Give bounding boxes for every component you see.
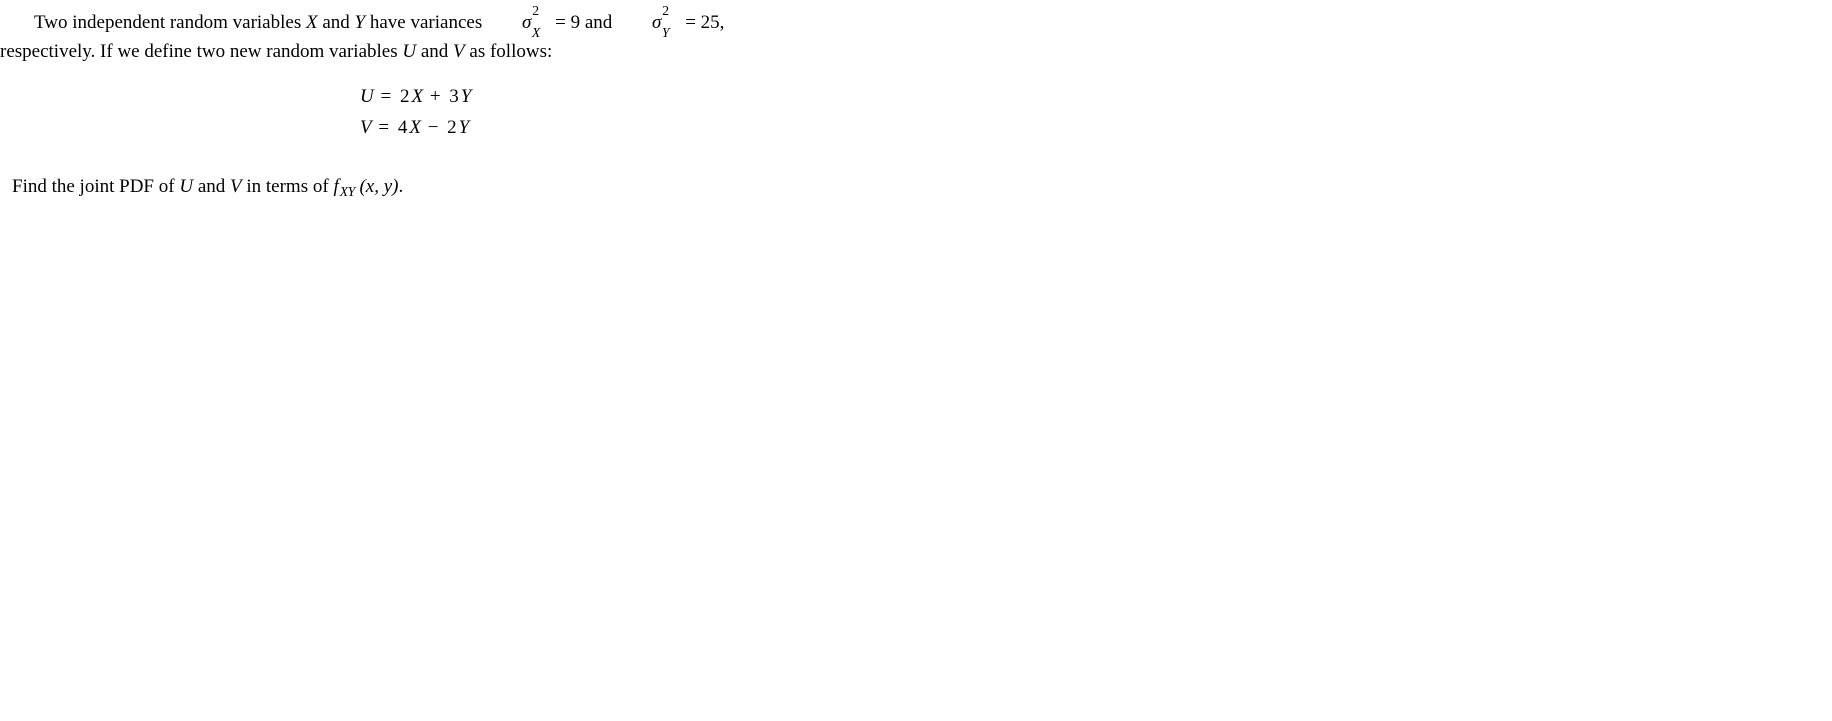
text: and bbox=[318, 12, 355, 33]
problem-statement: Two independent random variables X and Y… bbox=[0, 8, 900, 201]
text: as follows: bbox=[465, 41, 553, 62]
paragraph-1: Two independent random variables X and Y… bbox=[0, 8, 900, 67]
variable-v: V bbox=[230, 176, 242, 197]
variable-v: V bbox=[453, 41, 465, 62]
paragraph-2: Find the joint PDF of U and V in terms o… bbox=[0, 172, 900, 201]
function-args: (x, y) bbox=[355, 176, 399, 197]
text: respectively. If we define two new rando… bbox=[0, 41, 402, 62]
sigma-y-squared: σ2Y bbox=[618, 8, 679, 37]
variable-u: U bbox=[402, 41, 416, 62]
equation-block: U = 2X + 3Y V = 4X − 2Y bbox=[0, 81, 900, 144]
variable-x: X bbox=[306, 12, 318, 33]
text: have variances bbox=[365, 12, 487, 33]
sigma-x-squared: σ2X bbox=[488, 8, 549, 37]
equation-u: U = 2X + 3Y bbox=[360, 81, 900, 112]
text: and bbox=[580, 12, 617, 33]
variable-u: U bbox=[179, 176, 193, 197]
variable-y: Y bbox=[355, 12, 366, 33]
function-fxy: fXY bbox=[333, 172, 354, 201]
text: = 25, bbox=[680, 12, 724, 33]
text: Find the joint PDF of bbox=[12, 176, 179, 197]
text: and bbox=[416, 41, 453, 62]
text: = 9 bbox=[550, 12, 580, 33]
text: in terms of bbox=[242, 176, 334, 197]
text: and bbox=[193, 176, 230, 197]
period: . bbox=[398, 176, 403, 197]
text: Two independent random variables bbox=[34, 12, 306, 33]
equation-v: V = 4X − 2Y bbox=[360, 112, 900, 143]
